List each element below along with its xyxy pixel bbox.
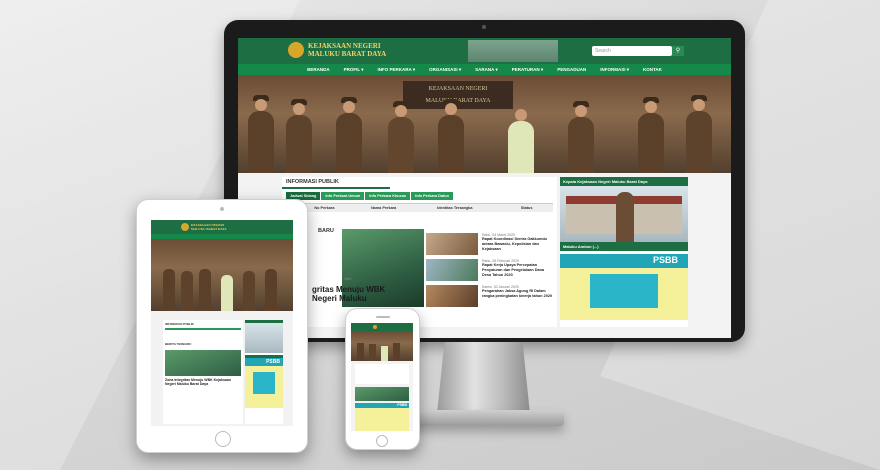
- tablet-hero-photo: [151, 239, 293, 311]
- person-figure: [286, 99, 312, 173]
- nav-item-organisasi[interactable]: ORGANISASI ▾: [429, 67, 461, 73]
- site-title-line2: MALUKU BARAT DAYA: [308, 50, 387, 58]
- tablet-site-header: KEJAKSAAN NEGERI MALUKU BARAT DAYA: [151, 220, 293, 234]
- person-figure: [568, 101, 594, 173]
- logo-icon[interactable]: [373, 325, 377, 329]
- phone-screen: PSBB: [351, 323, 413, 431]
- hero-sign-line1: KEJAKSAAN NEGERI: [428, 86, 488, 92]
- news-item[interactable]: Rabu, 04 Maret 2020 Rapat Koordinasi Sen…: [482, 233, 554, 252]
- phone-speaker: [376, 316, 390, 318]
- person-figure: [686, 95, 712, 173]
- phone-psbb-label: PSBB: [397, 403, 407, 407]
- info-publik-panel: INFORMASI PUBLIK Jadwal Sidang Info Perk…: [282, 177, 557, 327]
- headline-line1: gritas Menuju WBK: [312, 285, 386, 294]
- person-figure: [388, 101, 414, 173]
- site-title-line1: KEJAKSAAN NEGERI: [308, 42, 381, 50]
- search-input[interactable]: Search: [592, 46, 672, 56]
- phone-hero-photo: [351, 331, 413, 361]
- tablet-headline-title[interactable]: Zona Integritas Menuju WBK Kejaksaan Neg…: [165, 378, 241, 386]
- monitor-stand-neck: [437, 342, 530, 414]
- news-thumbnail[interactable]: [426, 285, 478, 307]
- sidebar-heading: Kepala Kejaksaan Negeri Maluku Barat Day…: [560, 177, 688, 186]
- headline-meta: Oleh: [344, 277, 352, 281]
- psbb-banner[interactable]: PSBB: [560, 254, 688, 320]
- tablet-sidebar-photo: [245, 323, 283, 353]
- phone-device: PSBB: [345, 308, 420, 450]
- header-building-image: [468, 40, 558, 62]
- tablet-psbb-banner[interactable]: PSBB: [245, 358, 283, 408]
- tablet-main-column: INFORMASI PUBLIK BERITA TERBARU Zona Int…: [163, 320, 243, 424]
- site-header: KEJAKSAAN NEGERI MALUKU BARAT DAYA Searc…: [238, 38, 731, 64]
- tablet-device: KEJAKSAAN NEGERI MALUKU BARAT DAYA INFOR…: [136, 199, 308, 453]
- person-figure: [336, 97, 362, 173]
- nav-item-peraturan[interactable]: PERATURAN ▾: [512, 67, 543, 73]
- logo-icon[interactable]: [288, 42, 304, 58]
- col-no-perkara: No Perkara: [314, 206, 335, 210]
- tab-info-perkara-datun[interactable]: Info Perkara Datun: [411, 192, 453, 200]
- person-figure: [508, 109, 534, 173]
- info-tabs: Jadwal Sidang Info Perkara Umum Info Per…: [286, 192, 553, 200]
- news-item[interactable]: Kamis, 30 Januari 2020 Pengarahan Jaksa …: [482, 285, 554, 299]
- person-figure: [248, 95, 274, 173]
- phone-news-image[interactable]: [355, 387, 409, 401]
- camera-dot: [482, 25, 486, 29]
- tab-info-perkara-umum[interactable]: Info Perkara Umum: [321, 192, 365, 200]
- tablet-psbb-label: PSBB: [266, 359, 280, 365]
- home-button: [376, 435, 388, 447]
- nav-item-kontak[interactable]: KONTAK: [643, 67, 662, 72]
- search-button[interactable]: ⚲: [672, 46, 684, 56]
- tablet-site-title[interactable]: KEJAKSAAN NEGERI MALUKU BARAT DAYA: [191, 223, 227, 231]
- nav-item-informasi[interactable]: INFORMASI ▾: [600, 67, 629, 73]
- tablet-berita-title: BERITA TERBARU: [165, 342, 192, 346]
- headline-line2: Negeri Maluku: [312, 294, 367, 303]
- logo-icon[interactable]: [181, 223, 189, 231]
- news-title[interactable]: Pengarahan Jaksa Agung RI Dalam rangka p…: [482, 289, 554, 299]
- phone-info-panel: [355, 364, 409, 384]
- info-publik-title: INFORMASI PUBLIK: [282, 177, 390, 189]
- nav-item-pengaduan[interactable]: PENGADUAN: [557, 67, 586, 72]
- desktop-screen: KEJAKSAAN NEGERI MALUKU BARAT DAYA Searc…: [238, 38, 731, 338]
- phone-site-header: [351, 323, 413, 331]
- table-header: No. No Perkara Nama Perkara Identitas Te…: [286, 203, 553, 212]
- search-icon: ⚲: [675, 48, 681, 54]
- person-figure: [438, 99, 464, 173]
- main-nav: BERANDA PROFIL ▾ INFO PERKARA ▾ ORGANISA…: [238, 64, 731, 75]
- headline-news-title[interactable]: gritas Menuju WBK Negeri Maluku: [312, 285, 385, 303]
- news-item[interactable]: Rabu, 26 Februari 2020 Rapat Kerja Upaya…: [482, 259, 554, 278]
- tablet-screen: KEJAKSAAN NEGERI MALUKU BARAT DAYA INFOR…: [151, 220, 293, 426]
- tab-info-perkara-khusus[interactable]: Info Perkara Khusus: [365, 192, 411, 200]
- tablet-info-title: INFORMASI PUBLIK: [165, 322, 194, 326]
- news-thumbnail[interactable]: [426, 233, 478, 255]
- sidebar-heading-2: Maluku Ambon (...): [560, 242, 688, 251]
- sidebar: Kepala Kejaksaan Negeri Maluku Barat Day…: [560, 177, 688, 327]
- news-title[interactable]: Rapat Kerja Upaya Percepatan Penyaluran …: [482, 263, 554, 278]
- monitor-stand-base: [408, 410, 564, 426]
- col-identitas: Identitas Tersangka: [437, 206, 473, 210]
- phone-psbb-banner[interactable]: PSBB: [355, 403, 409, 431]
- content-area: INFORMASI PUBLIK Jadwal Sidang Info Perk…: [238, 173, 731, 338]
- col-nama-perkara: Nama Perkara: [370, 206, 397, 210]
- nav-item-profil[interactable]: PROFIL ▾: [344, 67, 364, 73]
- person-figure: [638, 97, 664, 173]
- col-status: Status: [520, 206, 533, 210]
- nav-item-sarana[interactable]: SARANA ▾: [475, 67, 498, 73]
- kepala-kejaksaan-photo: [560, 186, 688, 242]
- tablet-title-line2: MALUKU BARAT DAYA: [191, 227, 227, 231]
- news-thumbnail[interactable]: [426, 259, 478, 281]
- hero-photo: KEJAKSAAN NEGERI MALUKU BARAT DAYA: [238, 75, 731, 173]
- camera-dot: [220, 207, 224, 211]
- nav-item-info-perkara[interactable]: INFO PERKARA ▾: [378, 67, 416, 73]
- tablet-sidebar: PSBB: [245, 320, 283, 424]
- home-button: [215, 431, 231, 447]
- nav-item-beranda[interactable]: BERANDA: [307, 67, 330, 72]
- tablet-headline-image[interactable]: [165, 350, 241, 376]
- news-title[interactable]: Rapat Koordinasi Sentra Gakkumdu antara …: [482, 237, 554, 252]
- site-title[interactable]: KEJAKSAAN NEGERI MALUKU BARAT DAYA: [308, 42, 386, 58]
- psbb-illustration: [590, 274, 658, 308]
- psbb-label: PSBB: [652, 255, 678, 265]
